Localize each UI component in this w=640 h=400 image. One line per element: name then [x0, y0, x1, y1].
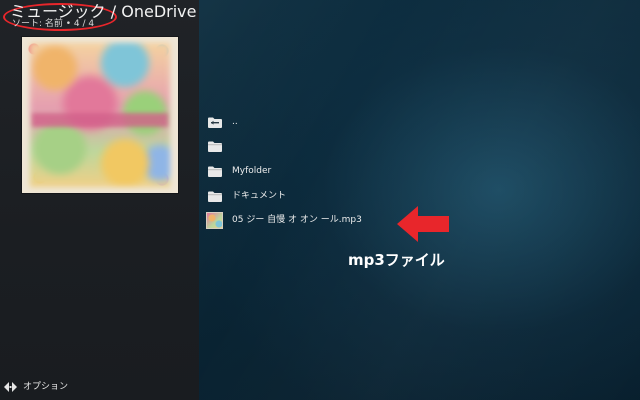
- list-item-label: ドキュメント: [232, 191, 287, 201]
- options-button[interactable]: オプション: [4, 380, 68, 394]
- annotation-arrow-icon: [397, 206, 449, 242]
- options-label: オプション: [23, 382, 69, 392]
- list-item-parent[interactable]: ..: [199, 110, 640, 134]
- sort-status[interactable]: ソート: 名前 • 4 / 4: [12, 19, 94, 29]
- album-art-band: [32, 113, 168, 127]
- options-arrows-icon: [4, 382, 17, 392]
- album-art-icon: [206, 211, 223, 229]
- parent-folder-icon: [208, 117, 222, 128]
- annotation-label: mp3ファイル: [348, 251, 445, 269]
- album-art-preview: [22, 37, 178, 193]
- folder-icon: [208, 141, 222, 152]
- list-item-label: 05 ジー 自慢 オ オン ール.mp3: [232, 215, 362, 225]
- list-item-label: Myfolder: [232, 166, 272, 176]
- folder-icon: [208, 191, 222, 202]
- media-browser-screen: ミュージック / OneDrive ソート: 名前 • 4 / 4 オプション …: [0, 0, 640, 400]
- list-item-folder-unnamed[interactable]: [199, 134, 640, 158]
- list-item-myfolder[interactable]: Myfolder: [199, 159, 640, 183]
- left-pane: ミュージック / OneDrive ソート: 名前 • 4 / 4 オプション: [0, 0, 199, 400]
- folder-icon: [208, 166, 222, 177]
- list-item-label: ..: [232, 117, 238, 127]
